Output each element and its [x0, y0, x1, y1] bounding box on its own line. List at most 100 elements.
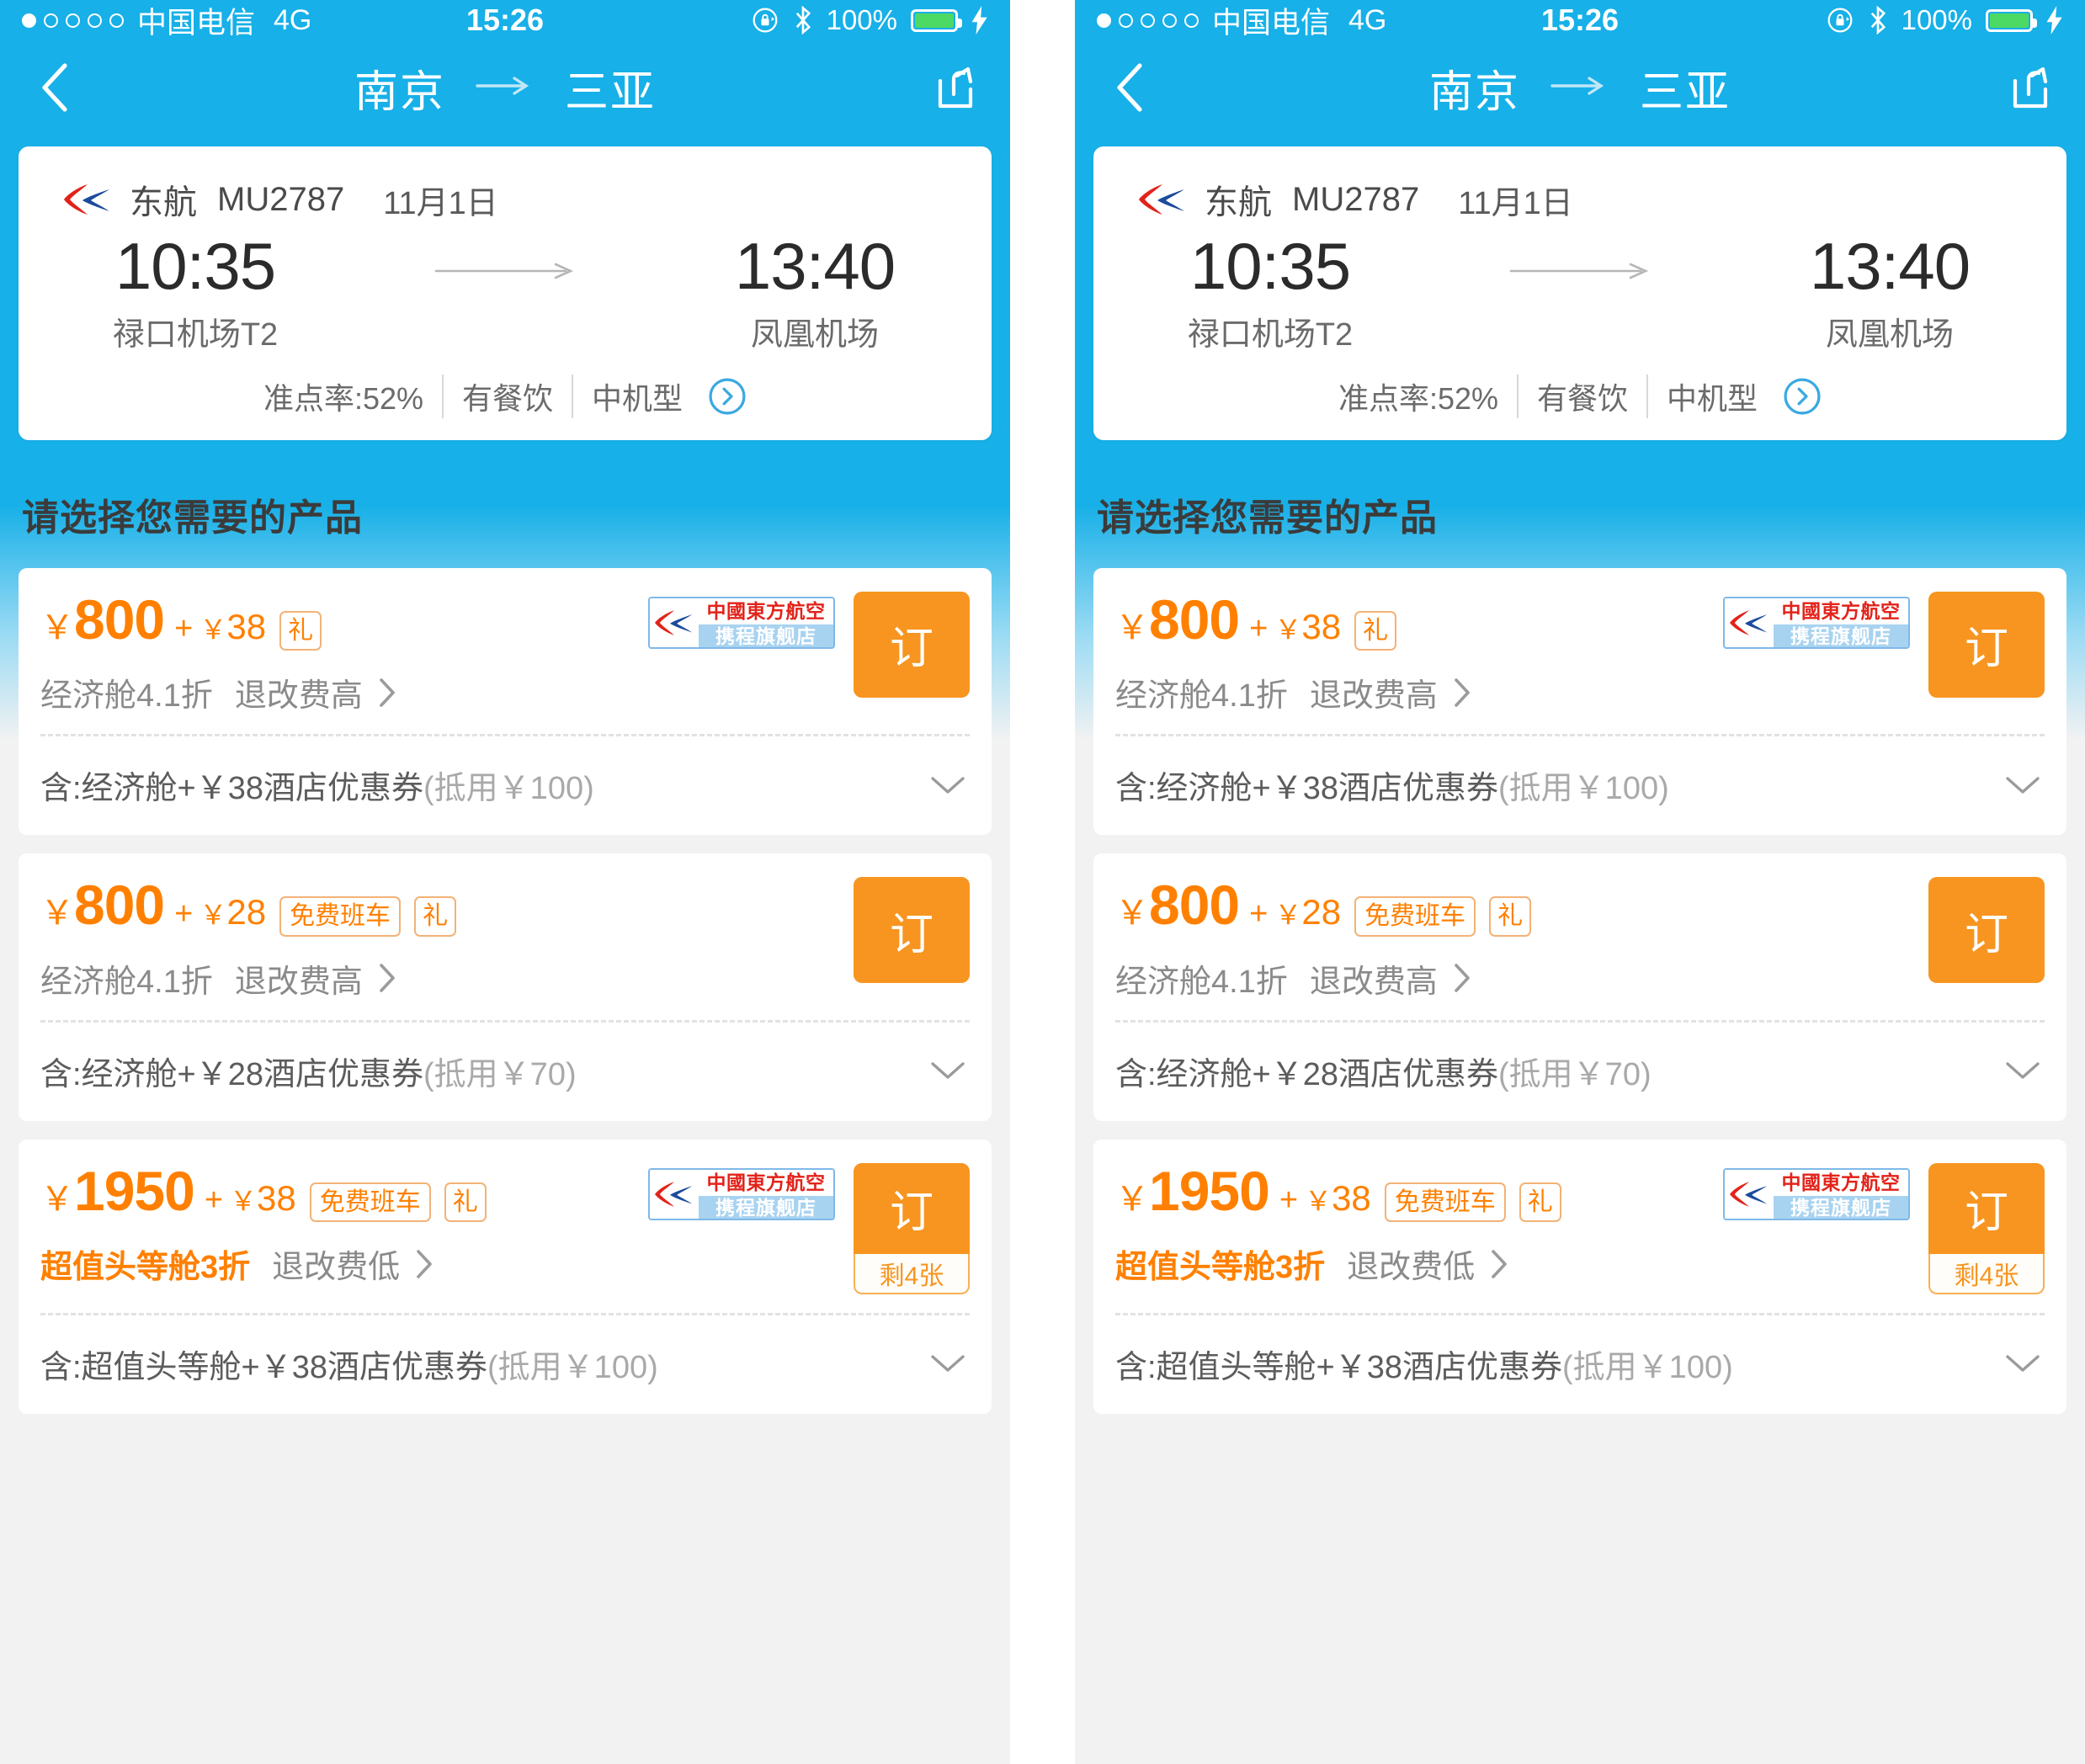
product-includes-row[interactable]: 含:经济舱+￥38酒店优惠券(抵用￥100)	[19, 736, 992, 835]
product-info: ￥ 800 + ￥ 38 礼 经济舱4.1折 退改费高	[40, 592, 636, 716]
cabin-class-label: 经济舱4.1折	[1115, 964, 1288, 1000]
gift-tag: 礼	[1519, 1182, 1561, 1223]
share-button[interactable]	[926, 58, 985, 117]
expand-chevron-icon[interactable]	[929, 1060, 966, 1081]
product-card[interactable]: ￥ 800 + ￥ 38 礼 经济舱4.1折 退改费高 中國東方航空 携程旗舰店…	[19, 567, 992, 836]
expand-chevron-icon[interactable]	[2004, 1352, 2041, 1374]
includes-main-text: 含:经济舱+￥38酒店优惠券	[1115, 771, 1499, 807]
flight-meta-row[interactable]: 准点率:52% 有餐饮 中机型	[1093, 374, 2066, 418]
booking-control: 订	[854, 877, 970, 984]
refund-policy-label: 退改费高	[1309, 964, 1438, 1000]
product-card[interactable]: ￥ 800 + ￥ 38 礼 经济舱4.1折 退改费高 中國東方航空 携程旗舰店…	[1093, 567, 2066, 836]
store-badge-line2: 携程旗舰店	[1774, 624, 1908, 647]
book-button[interactable]: 订	[1928, 1162, 2045, 1254]
product-card[interactable]: ￥ 1950 + ￥ 38 免费班车礼 超值头等舱3折 退改费低 中國東方航空 …	[1093, 1139, 2066, 1414]
book-button[interactable]: 订	[1928, 591, 2045, 698]
store-badge-line1: 中國東方航空	[1774, 598, 1908, 624]
refund-detail-chevron-icon[interactable]	[1451, 676, 1473, 709]
plus-symbol: +	[1249, 610, 1269, 646]
product-subrow[interactable]: 超值头等舱3折 退改费低	[40, 1241, 636, 1287]
book-button[interactable]: 订	[1928, 877, 2045, 984]
refund-detail-chevron-icon[interactable]	[1488, 1247, 1510, 1281]
meal-label: 有餐饮	[1517, 374, 1646, 418]
book-button[interactable]: 订	[854, 877, 970, 984]
booking-control: 订剩4张	[854, 1162, 970, 1294]
currency-symbol: ￥	[1115, 608, 1149, 646]
share-button[interactable]	[2001, 58, 2060, 117]
carrier-label: 中国电信	[137, 6, 256, 40]
price-value: 1950	[74, 1159, 195, 1222]
flight-summary-card[interactable]: 东航 MU2787 11月1日 10:35 禄口机场T2 13:40 凤凰机场 …	[19, 146, 992, 440]
book-button[interactable]: 订	[854, 1162, 970, 1254]
price-value: 800	[1149, 587, 1240, 651]
china-eastern-logo-icon	[650, 1169, 699, 1219]
free-shuttle-tag: 免费班车	[279, 896, 402, 937]
cabin-class-label: 经济舱4.1折	[40, 678, 213, 715]
product-subrow[interactable]: 经济舱4.1折 退改费高	[40, 955, 854, 1002]
product-includes-row[interactable]: 含:超值头等舱+￥38酒店优惠券(抵用￥100)	[19, 1315, 992, 1414]
departure-block: 10:35 禄口机场T2	[1144, 229, 1396, 354]
store-badge-text: 中國東方航空 携程旗舰店	[1774, 1169, 1908, 1219]
arrival-airport-label: 凤凰机场	[750, 316, 879, 353]
battery-icon	[1986, 8, 2037, 32]
plus-symbol: +	[174, 896, 194, 932]
booking-control: 订	[1928, 877, 2045, 984]
product-card[interactable]: ￥ 800 + ￥ 28 免费班车礼 经济舱4.1折 退改费高 订 含:经济舱+…	[19, 853, 992, 1121]
product-tags: 礼	[1341, 610, 1397, 651]
product-subrow[interactable]: 经济舱4.1折 退改费高	[40, 669, 636, 715]
product-includes-row[interactable]: 含:经济舱+￥28酒店优惠券(抵用￥70)	[19, 1023, 992, 1121]
refund-detail-chevron-icon[interactable]	[1451, 961, 1473, 995]
currency-symbol: ￥	[1115, 1180, 1149, 1218]
china-eastern-logo-icon	[62, 181, 113, 218]
product-includes-row[interactable]: 含:经济舱+￥28酒店优惠券(抵用￥70)	[1093, 1023, 2066, 1121]
expand-chevron-icon[interactable]	[2004, 1060, 2041, 1081]
product-info: ￥ 800 + ￥ 28 免费班车礼 经济舱4.1折 退改费高	[40, 877, 854, 1002]
flight-detail-chevron-icon[interactable]	[1776, 377, 1840, 416]
product-card[interactable]: ￥ 800 + ￥ 28 免费班车礼 经济舱4.1折 退改费高 订 含:经济舱+…	[1093, 853, 2066, 1121]
cabin-class-label: 超值头等舱3折	[1115, 1250, 1326, 1286]
signal-strength-icon	[22, 13, 124, 28]
booking-control: 订	[854, 591, 970, 698]
refund-policy-label: 退改费高	[234, 964, 363, 1000]
expand-chevron-icon[interactable]	[929, 774, 966, 796]
product-subrow[interactable]: 经济舱4.1折 退改费高	[1115, 669, 1711, 715]
charging-bolt-icon	[2046, 6, 2063, 35]
product-includes-row[interactable]: 含:超值头等舱+￥38酒店优惠券(抵用￥100)	[1093, 1315, 2066, 1414]
book-button[interactable]: 订	[854, 591, 970, 698]
back-button[interactable]	[25, 58, 84, 117]
refund-detail-chevron-icon[interactable]	[376, 961, 398, 995]
flight-direction-arrow-icon	[1396, 261, 1763, 281]
refund-detail-chevron-icon[interactable]	[413, 1247, 435, 1281]
expand-chevron-icon[interactable]	[2004, 774, 2041, 796]
refund-detail-chevron-icon[interactable]	[376, 676, 398, 709]
product-includes-row[interactable]: 含:经济舱+￥38酒店优惠券(抵用￥100)	[1093, 736, 2066, 835]
gift-tag: 礼	[1489, 896, 1532, 937]
back-button[interactable]	[1100, 58, 1159, 117]
china-eastern-logo-icon	[1725, 1169, 1774, 1219]
expand-chevron-icon[interactable]	[929, 1352, 966, 1374]
product-subrow[interactable]: 经济舱4.1折 退改费高	[1115, 955, 1928, 1002]
price-value: 800	[74, 587, 165, 651]
flight-summary-card[interactable]: 东航 MU2787 11月1日 10:35 禄口机场T2 13:40 凤凰机场 …	[1093, 146, 2066, 440]
phone-screen-left: 中国电信 4G 15:26 100% 南京 三亚 东航 MU2787 11月1日…	[0, 0, 1010, 1764]
arrival-block: 13:40 凤凰机场	[1763, 229, 2016, 354]
product-subrow[interactable]: 超值头等舱3折 退改费低	[1115, 1241, 1711, 1287]
flight-meta-row[interactable]: 准点率:52% 有餐饮 中机型	[19, 374, 992, 418]
route-arrow-icon	[476, 75, 535, 101]
flight-date-label: 11月1日	[383, 185, 498, 221]
store-badge-host: 中國東方航空 携程旗舰店	[636, 592, 854, 649]
plus-symbol: +	[174, 610, 194, 646]
flight-detail-chevron-icon[interactable]	[701, 377, 765, 416]
free-shuttle-tag: 免费班车	[1384, 1182, 1506, 1223]
on-time-rate-label: 准点率:52%	[263, 380, 424, 416]
airline-flagship-store-badge: 中國東方航空 携程旗舰店	[1723, 596, 1910, 649]
product-main-row: ￥ 800 + ￥ 28 免费班车礼 经济舱4.1折 退改费高 订	[1093, 853, 2066, 1020]
addon-currency-symbol: ￥	[199, 614, 227, 645]
free-shuttle-tag: 免费班车	[309, 1182, 431, 1223]
remaining-seats-badge: 剩4张	[1928, 1253, 2045, 1294]
currency-symbol: ￥	[1115, 895, 1149, 932]
rotation-lock-icon	[751, 6, 779, 35]
flight-header-row: 东航 MU2787 11月1日	[19, 175, 992, 224]
departure-time-label: 10:35	[1189, 229, 1351, 303]
product-card[interactable]: ￥ 1950 + ￥ 38 免费班车礼 超值头等舱3折 退改费低 中國東方航空 …	[19, 1139, 992, 1414]
